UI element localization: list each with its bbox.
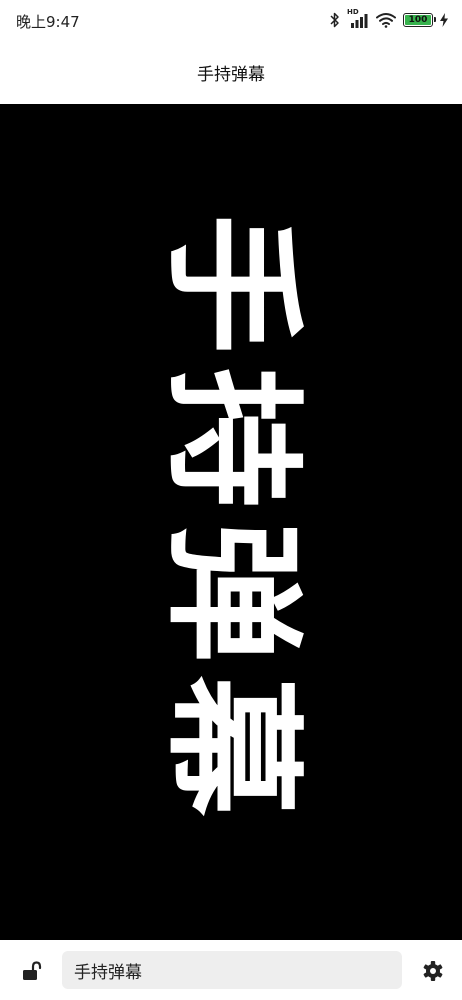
signal-icon: HD: [347, 8, 369, 29]
page-title: 手持弹幕: [197, 64, 265, 85]
battery-icon: 100: [403, 13, 436, 27]
marquee-display[interactable]: 手持弹幕: [0, 104, 462, 940]
unlock-icon[interactable]: [18, 958, 44, 984]
battery-text: 100: [408, 14, 428, 25]
title-bar: 手持弹幕: [0, 40, 462, 104]
marquee-text: 手持弹幕: [150, 213, 313, 831]
battery-tip: [433, 17, 436, 22]
bottom-bar: [0, 940, 462, 1000]
status-time: 晚上9:47: [16, 13, 80, 31]
status-bar: 晚上9:47 HD 100: [0, 0, 462, 40]
marquee-text-input[interactable]: [62, 951, 402, 989]
status-icons: HD 100: [330, 8, 448, 31]
wifi-icon: [376, 12, 396, 28]
network-label: HD: [347, 8, 359, 16]
charging-icon: [440, 13, 448, 27]
marquee-text-input-wrapper: [62, 951, 402, 989]
gear-icon[interactable]: [420, 958, 446, 984]
bluetooth-icon: [330, 12, 340, 28]
